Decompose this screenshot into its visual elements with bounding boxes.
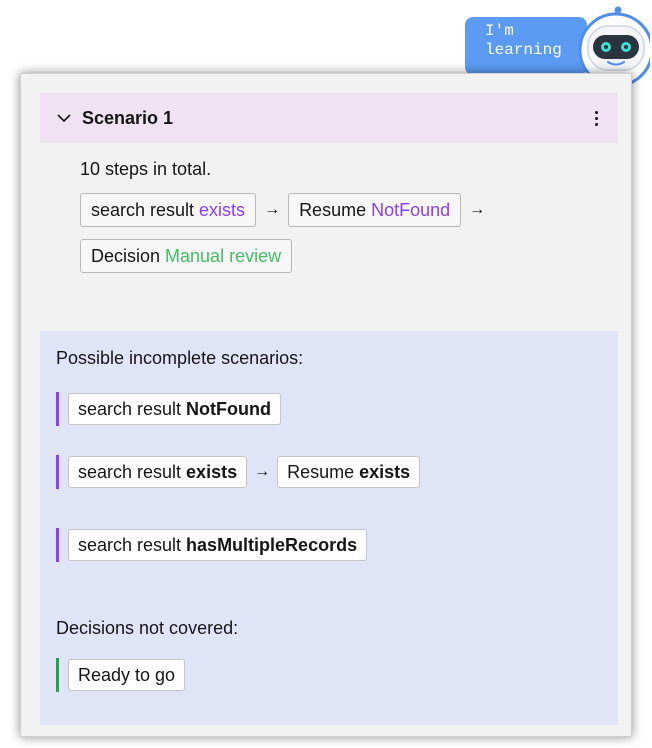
item-accent-bar bbox=[56, 455, 59, 489]
incomplete-chip[interactable]: search result hasMultipleRecords bbox=[68, 529, 368, 561]
chip-value: exists bbox=[359, 461, 411, 482]
scenario-title: Scenario 1 bbox=[82, 107, 174, 128]
chip-label: search result bbox=[78, 398, 182, 419]
bubble-text-line-2: learning bbox=[485, 41, 562, 59]
chip-label: Ready to go bbox=[78, 664, 176, 685]
incomplete-chip[interactable]: Resume exists bbox=[277, 456, 421, 488]
step-label: search result bbox=[91, 199, 195, 220]
incomplete-scenarios-panel: Possible incomplete scenarios: search re… bbox=[40, 331, 618, 725]
scenario-card: Scenario 1 10 steps in total. search res… bbox=[20, 73, 632, 737]
chip-label: search result bbox=[78, 461, 182, 482]
arrow-right-icon: → bbox=[254, 463, 271, 480]
steps-summary: 10 steps in total. bbox=[80, 159, 212, 179]
scenario-steps-row-2: Decision Manual review bbox=[80, 239, 293, 273]
decisions-heading: Decisions not covered: bbox=[56, 618, 239, 638]
step-value: Manual review bbox=[165, 245, 282, 266]
step-value: exists bbox=[199, 199, 246, 220]
incomplete-heading: Possible incomplete scenarios: bbox=[56, 348, 304, 368]
step-chip[interactable]: search result exists bbox=[80, 193, 257, 227]
item-accent-bar bbox=[56, 658, 59, 692]
step-chip[interactable]: Resume NotFound bbox=[288, 193, 462, 227]
step-label: Resume bbox=[299, 199, 367, 220]
chip-value: hasMultipleRecords bbox=[186, 534, 358, 555]
arrow-right-icon: → bbox=[264, 201, 281, 218]
arrow-right-icon: → bbox=[469, 201, 486, 218]
scenario-steps-row-1: search result exists → Resume NotFound → bbox=[80, 193, 493, 227]
overflow-menu-icon[interactable] bbox=[588, 108, 604, 128]
scenario-header[interactable]: Scenario 1 bbox=[40, 93, 618, 143]
item-accent-bar bbox=[56, 528, 59, 562]
incomplete-item: search result NotFound bbox=[56, 392, 282, 426]
step-label: Decision bbox=[91, 245, 161, 266]
chip-value: exists bbox=[186, 461, 238, 482]
chip-value: NotFound bbox=[186, 398, 272, 419]
decision-chip[interactable]: Decision Manual review bbox=[80, 239, 293, 273]
incomplete-chip[interactable]: search result NotFound bbox=[68, 393, 282, 425]
decision-item: Ready to go bbox=[56, 658, 186, 692]
chip-label: search result bbox=[78, 534, 182, 555]
decision-chip[interactable]: Ready to go bbox=[68, 659, 186, 691]
chevron-down-icon[interactable] bbox=[56, 110, 72, 126]
bubble-text-line-1: I'm bbox=[485, 22, 514, 40]
incomplete-item: search result hasMultipleRecords bbox=[56, 528, 368, 562]
incomplete-chip[interactable]: search result exists bbox=[68, 456, 248, 488]
step-value: NotFound bbox=[371, 199, 451, 220]
assistant-speech-bubble: I'm learning bbox=[465, 17, 587, 75]
item-accent-bar bbox=[56, 392, 59, 426]
incomplete-item: search result exists → Resume exists bbox=[56, 455, 421, 489]
chip-label: Resume bbox=[287, 461, 355, 482]
